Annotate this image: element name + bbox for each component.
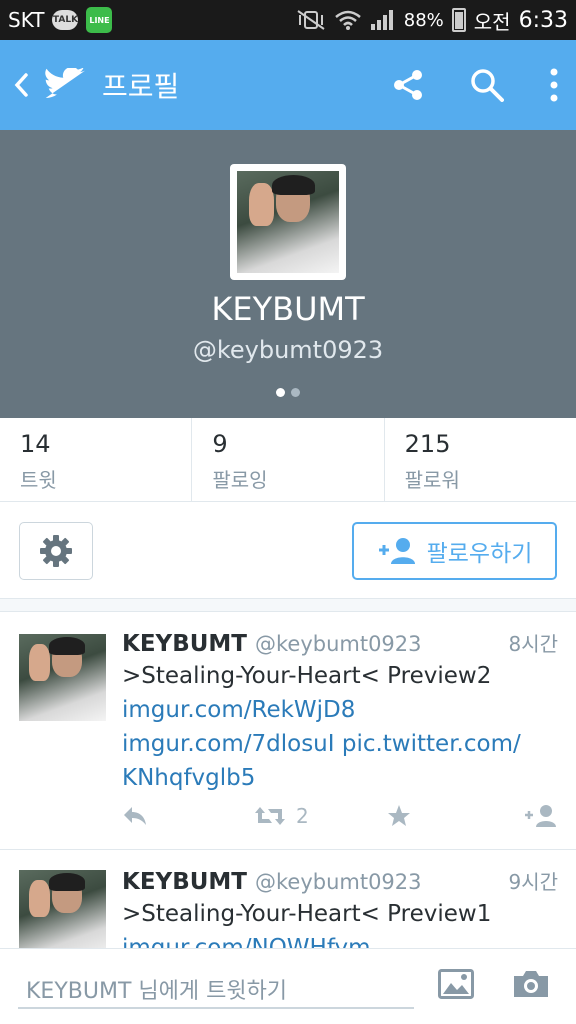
app-bar: 프로필 <box>0 40 576 130</box>
share-icon[interactable] <box>392 69 424 101</box>
back-icon[interactable] <box>12 71 32 99</box>
tweet-input[interactable]: KEYBUMT 님에게 트윗하기 <box>18 967 414 1009</box>
more-options-icon[interactable] <box>550 68 558 102</box>
stat-value: 9 <box>212 430 228 458</box>
ampm-label: 오전 <box>473 9 511 34</box>
carrier-label: SKT <box>8 8 45 32</box>
follow-author-button[interactable] <box>524 804 558 828</box>
avatar-photo <box>237 171 339 273</box>
kakaotalk-icon: TALK <box>52 10 79 30</box>
battery-percent: 88% <box>403 9 444 31</box>
stat-followers[interactable]: 215 팔로워 <box>385 418 576 501</box>
tweet-link[interactable]: imgur.com/NOWHfym <box>122 931 558 948</box>
tweet-avatar[interactable] <box>19 634 106 721</box>
tweet-text: >Stealing-Your-Heart< Preview2 <box>122 663 492 689</box>
favorite-button[interactable] <box>387 804 411 828</box>
tweet-item[interactable]: KEYBUMT @keybumt0923 9시간 >Stealing-Your-… <box>0 850 576 948</box>
tweet-time: 9시간 <box>508 870 558 894</box>
profile-handle: @keybumt0923 <box>192 336 384 364</box>
tweet-link[interactable]: imgur.com/7dlosuI pic.twitter.com/ <box>122 727 558 761</box>
battery-icon <box>451 8 466 32</box>
image-icon <box>438 969 474 999</box>
tweet-avatar[interactable] <box>19 870 106 948</box>
tweet-item[interactable]: KEYBUMT @keybumt0923 8시간 >Stealing-Your-… <box>0 612 576 850</box>
page-dot-1 <box>276 388 285 397</box>
stat-value: 14 <box>20 430 51 458</box>
tweet-author-name: KEYBUMT <box>122 869 247 895</box>
profile-actions: 팔로우하기 <box>0 502 576 602</box>
settings-button[interactable] <box>19 522 93 580</box>
stat-label: 트윗 <box>20 468 57 492</box>
reply-icon <box>124 807 146 825</box>
attach-image-button[interactable] <box>438 969 474 1003</box>
stat-following[interactable]: 9 팔로잉 <box>192 418 385 501</box>
tweet-text: >Stealing-Your-Heart< Preview1 <box>122 901 492 927</box>
twitter-bird-icon <box>45 68 86 98</box>
tweet-composer: KEYBUMT 님에게 트윗하기 <box>0 948 576 1024</box>
page-indicator <box>0 388 576 397</box>
follow-button-label: 팔로우하기 <box>426 541 533 567</box>
follow-button[interactable]: 팔로우하기 <box>352 522 557 580</box>
add-user-icon <box>525 805 556 827</box>
line-app-icon: LINE <box>86 7 113 33</box>
camera-icon <box>514 971 548 997</box>
profile-name: KEYBUMT <box>211 290 365 328</box>
profile-header: KEYBUMT @keybumt0923 <box>0 130 576 418</box>
stat-label: 팔로워 <box>404 468 460 492</box>
stat-tweets[interactable]: 14 트윗 <box>0 418 193 501</box>
section-divider <box>0 598 576 612</box>
gear-icon <box>40 535 72 567</box>
star-icon <box>387 805 410 826</box>
wifi-icon <box>334 10 361 30</box>
tweet-link[interactable]: KNhqfvglb5 <box>122 761 558 795</box>
reply-button[interactable] <box>122 805 148 827</box>
camera-button[interactable] <box>512 969 550 1003</box>
tweet-actions: 2 <box>122 804 558 828</box>
retweet-count: 2 <box>296 804 309 828</box>
profile-stats: 14 트윗 9 팔로잉 215 팔로워 <box>0 418 576 502</box>
retweet-button[interactable]: 2 <box>254 804 309 828</box>
status-bar: SKT TALK LINE 88% 오전 6:33 <box>0 0 576 40</box>
tweet-time: 8시간 <box>508 632 558 656</box>
signal-icon <box>370 10 393 30</box>
page-title: 프로필 <box>102 70 180 103</box>
stat-value: 215 <box>404 430 451 458</box>
stat-label: 팔로잉 <box>212 468 268 492</box>
tweet-author-handle: @keybumt0923 <box>254 870 422 894</box>
search-icon[interactable] <box>470 68 504 102</box>
page-dot-2 <box>291 388 300 397</box>
tweet-author-name: KEYBUMT <box>122 631 247 657</box>
tweet-link[interactable]: imgur.com/RekWjD8 <box>122 693 558 727</box>
clock: 6:33 <box>518 7 568 33</box>
profile-avatar[interactable] <box>230 164 346 280</box>
retweet-icon <box>255 807 285 825</box>
vibrate-mute-icon <box>297 10 325 30</box>
tweet-author-handle: @keybumt0923 <box>254 632 422 656</box>
add-user-icon <box>378 538 415 564</box>
